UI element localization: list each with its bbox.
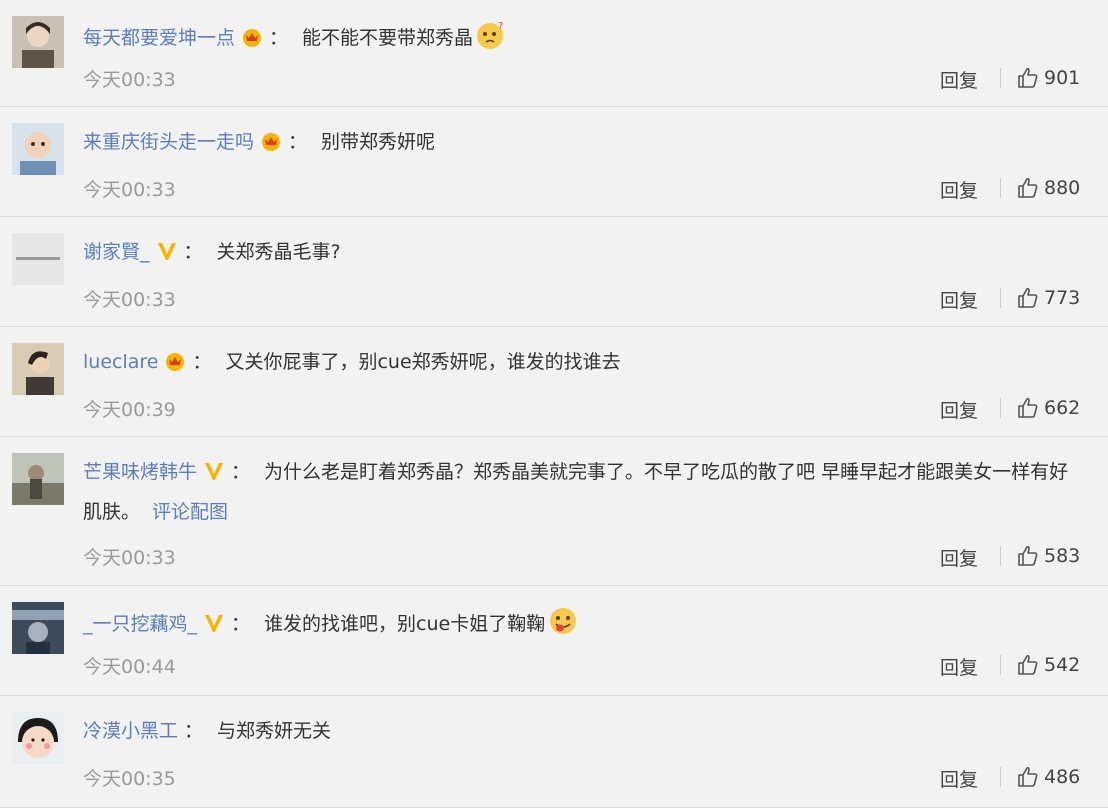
comment-item: 谢家賢_ ： 关郑秀晶毛事? 今天00:33 回复 773: [0, 217, 1108, 327]
comment-time: 今天00:33: [83, 179, 176, 201]
crown-badge-icon: [164, 351, 186, 371]
comment-item: 来重庆街头走一走吗 ： 别带郑秀妍呢 今天00:33 回复 880: [0, 107, 1108, 217]
separator: ：: [288, 131, 308, 153]
action-divider: [1000, 68, 1001, 88]
username-link[interactable]: 芒果味烤韩牛: [83, 461, 197, 483]
avatar[interactable]: [12, 233, 64, 285]
reply-button[interactable]: 回复: [940, 765, 978, 792]
action-divider: [1000, 655, 1001, 675]
like-count: 773: [1044, 287, 1081, 309]
action-divider: [1000, 767, 1001, 787]
action-divider: [1000, 288, 1001, 308]
like-button[interactable]: 901: [1016, 66, 1080, 90]
avatar[interactable]: [12, 602, 64, 654]
comment-text: 谁发的找谁吧，别cue卡姐了鞠鞠: [264, 613, 546, 635]
like-count: 542: [1044, 654, 1081, 676]
comment-list: 每天都要爱坤一点 ：能不能不要带郑秀晶 ? 今天00:33 回复 901 来重庆…: [0, 0, 1108, 808]
comment-item: _一只挖藕鸡_ ： 谁发的找谁吧，别cue卡姐了鞠鞠 今天00:44 回复 542: [0, 586, 1108, 696]
separator: ：: [231, 613, 251, 635]
comment-time: 今天00:33: [83, 69, 176, 91]
thumbs-up-icon: [1018, 654, 1038, 675]
like-count: 901: [1044, 67, 1081, 89]
comment-item: lueclare ： 又关你屁事了，别cue郑秀妍呢，谁发的找谁去 今天00:39…: [0, 327, 1108, 437]
like-count: 662: [1044, 397, 1081, 419]
like-count: 486: [1044, 766, 1081, 788]
reply-button[interactable]: 回复: [940, 653, 978, 680]
comment-item: 芒果味烤韩牛 ：为什么老是盯着郑秀晶？郑秀晶美就完事了。不早了吃瓜的散了吧 早睡…: [0, 437, 1108, 586]
reply-button[interactable]: 回复: [940, 544, 978, 571]
avatar[interactable]: [12, 453, 64, 505]
comment-time: 今天00:39: [83, 399, 176, 421]
username-link[interactable]: 来重庆街头走一走吗: [83, 131, 254, 153]
comment-text: 又关你屁事了，别cue郑秀妍呢，谁发的找谁去: [225, 351, 621, 373]
username-link[interactable]: _一只挖藕鸡_: [83, 613, 197, 635]
comment-item: 冷漠小黑工 ： 与郑秀妍无关 今天00:35 回复 486: [0, 696, 1108, 808]
username-link[interactable]: 谢家賢_: [83, 241, 150, 263]
comment-time: 今天00:44: [83, 656, 176, 678]
vip-v-badge-icon: [203, 613, 225, 633]
reply-button[interactable]: 回复: [940, 286, 978, 313]
comment-line: 谢家賢_ ： 关郑秀晶毛事?: [83, 237, 1084, 267]
like-button[interactable]: 880: [1016, 176, 1080, 200]
comment-text: 关郑秀晶毛事?: [216, 241, 341, 263]
avatar[interactable]: [12, 343, 64, 395]
username-link[interactable]: 每天都要爱坤一点: [83, 27, 235, 49]
thinking-emoji-icon: ?: [475, 20, 507, 50]
thumbs-up-icon: [1018, 766, 1038, 787]
separator: ：: [269, 27, 289, 49]
avatar[interactable]: [12, 123, 64, 175]
like-button[interactable]: 583: [1016, 544, 1080, 568]
like-count: 583: [1044, 545, 1081, 567]
comment-line: lueclare ： 又关你屁事了，别cue郑秀妍呢，谁发的找谁去: [83, 347, 1084, 377]
svg-text:?: ?: [498, 21, 503, 32]
comment-line: 每天都要爱坤一点 ： 能不能不要带郑秀晶 ?: [83, 20, 1084, 53]
like-count: 880: [1044, 177, 1081, 199]
comment-line: _一只挖藕鸡_ ： 谁发的找谁吧，别cue卡姐了鞠鞠: [83, 606, 1084, 639]
vip-v-badge-icon: [203, 461, 225, 481]
avatar[interactable]: [12, 16, 64, 68]
username-link[interactable]: lueclare: [83, 351, 158, 373]
like-button[interactable]: 662: [1016, 396, 1080, 420]
comment-text: 能不能不要带郑秀晶: [302, 27, 474, 49]
comment-text: 与郑秀妍无关: [217, 720, 332, 742]
action-divider: [1000, 546, 1001, 566]
comment-text: 别带郑秀妍呢: [321, 131, 436, 153]
separator: ：: [231, 461, 251, 483]
separator: ：: [183, 241, 203, 263]
like-button[interactable]: 542: [1016, 653, 1080, 677]
thumbs-up-icon: [1018, 67, 1038, 88]
thumbs-up-icon: [1018, 397, 1038, 418]
comment-time: 今天00:33: [83, 289, 176, 311]
comment-line: 芒果味烤韩牛 ：为什么老是盯着郑秀晶？郑秀晶美就完事了。不早了吃瓜的散了吧 早睡…: [83, 452, 1084, 532]
like-button[interactable]: 486: [1016, 765, 1080, 789]
comment-line: 冷漠小黑工 ： 与郑秀妍无关: [83, 716, 1084, 746]
reply-button[interactable]: 回复: [940, 176, 978, 203]
crown-badge-icon: [241, 27, 263, 47]
thumbs-up-icon: [1018, 287, 1038, 308]
action-divider: [1000, 178, 1001, 198]
avatar[interactable]: [12, 712, 64, 764]
crown-badge-icon: [260, 131, 282, 151]
comment-time: 今天00:35: [83, 768, 176, 790]
thumbs-up-icon: [1018, 177, 1038, 198]
separator: ：: [184, 720, 204, 742]
tongue-emoji-icon: [547, 606, 579, 636]
comment-item: 每天都要爱坤一点 ： 能不能不要带郑秀晶 ? 今天00:33 回复 901: [0, 0, 1108, 107]
reply-button[interactable]: 回复: [940, 396, 978, 423]
reply-button[interactable]: 回复: [940, 66, 978, 93]
comment-line: 来重庆街头走一走吗 ： 别带郑秀妍呢: [83, 127, 1084, 157]
comment-time: 今天00:33: [83, 547, 176, 569]
like-button[interactable]: 773: [1016, 286, 1080, 310]
comment-image-link[interactable]: 评论配图: [152, 501, 228, 523]
username-link[interactable]: 冷漠小黑工: [83, 720, 178, 742]
vip-v-badge-icon: [156, 241, 178, 261]
thumbs-up-icon: [1018, 545, 1038, 566]
action-divider: [1000, 398, 1001, 418]
separator: ：: [192, 351, 212, 373]
